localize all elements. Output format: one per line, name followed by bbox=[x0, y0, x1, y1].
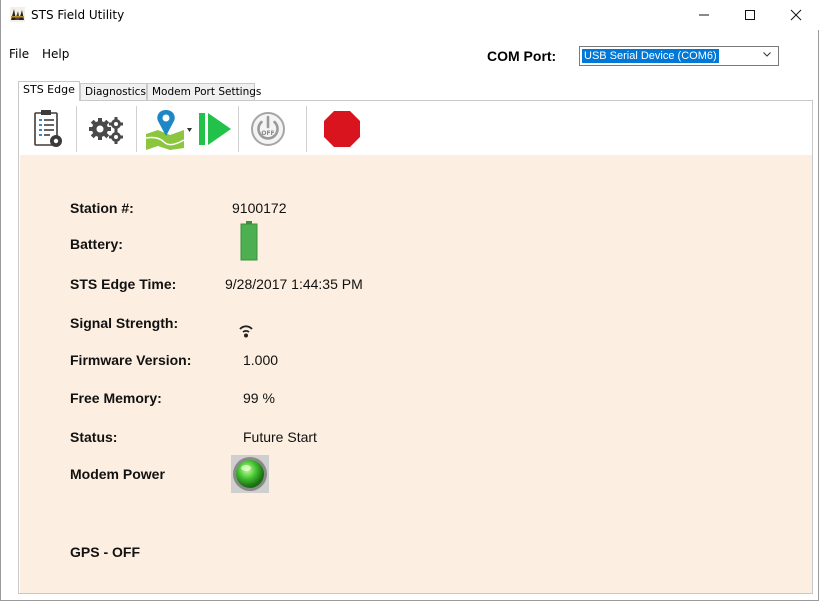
stop-icon bbox=[324, 111, 360, 147]
close-button[interactable] bbox=[773, 0, 819, 30]
com-port-select[interactable]: USB Serial Device (COM6) bbox=[579, 46, 779, 66]
toolbar-separator bbox=[76, 106, 77, 152]
toolbar-separator bbox=[306, 106, 307, 152]
signal-strength-indicator bbox=[238, 322, 254, 341]
com-port-label: COM Port: bbox=[487, 48, 557, 64]
free-memory-label: Free Memory: bbox=[70, 390, 162, 406]
gps-status-label: GPS - OFF bbox=[70, 544, 140, 560]
map-location-icon bbox=[145, 110, 192, 150]
toolbar: OFF bbox=[20, 102, 812, 155]
minimize-icon bbox=[699, 14, 709, 16]
title-bar: STS Field Utility bbox=[1, 0, 820, 30]
app-icon bbox=[10, 7, 25, 22]
maximize-button[interactable] bbox=[727, 0, 773, 30]
status-panel: Station #: 9100172 Battery: STS Edge Tim… bbox=[20, 155, 812, 593]
tab-sts-edge[interactable]: STS Edge bbox=[18, 81, 80, 101]
menu-file[interactable]: File bbox=[9, 47, 29, 61]
modem-power-button[interactable]: OFF bbox=[248, 107, 288, 151]
firmware-version-label: Firmware Version: bbox=[70, 352, 192, 368]
app-window: STS Field Utility File Help COM Port: US… bbox=[0, 0, 820, 601]
sts-edge-time-label: STS Edge Time: bbox=[70, 276, 177, 292]
modem-power-indicator bbox=[231, 455, 269, 493]
toolbar-separator bbox=[238, 106, 239, 152]
status-label: Status: bbox=[70, 429, 118, 445]
settings-button[interactable] bbox=[86, 107, 126, 151]
window-title: STS Field Utility bbox=[31, 8, 125, 22]
tab-panel-sts-edge: OFF Station #: 9100172 Battery: STS Edge… bbox=[18, 100, 813, 594]
toolbar-separator bbox=[136, 106, 137, 152]
gps-location-button[interactable] bbox=[144, 107, 194, 151]
power-off-icon: OFF bbox=[251, 112, 285, 146]
signal-icon bbox=[239, 325, 253, 338]
signal-strength-label: Signal Strength: bbox=[70, 315, 179, 331]
free-memory-value: 99 % bbox=[243, 390, 275, 406]
chevron-down-icon bbox=[762, 49, 772, 62]
stop-button[interactable] bbox=[322, 107, 362, 151]
tab-modem-port-settings[interactable]: Modem Port Settings bbox=[147, 83, 261, 100]
play-icon bbox=[199, 113, 231, 145]
maximize-icon bbox=[745, 10, 755, 20]
battery-label: Battery: bbox=[70, 236, 123, 252]
minimize-button[interactable] bbox=[681, 0, 727, 30]
green-led-icon bbox=[233, 457, 267, 491]
firmware-version-value: 1.000 bbox=[243, 352, 279, 368]
battery-indicator bbox=[240, 221, 258, 264]
battery-icon bbox=[240, 221, 258, 261]
com-port-value: USB Serial Device (COM6) bbox=[582, 49, 719, 63]
configure-button[interactable] bbox=[30, 107, 66, 151]
status-value: Future Start bbox=[243, 429, 317, 445]
station-label: Station #: bbox=[70, 200, 134, 216]
modem-power-label: Modem Power bbox=[70, 466, 165, 482]
station-value: 9100172 bbox=[232, 200, 287, 216]
close-icon bbox=[790, 9, 802, 21]
menu-help[interactable]: Help bbox=[42, 47, 69, 61]
tab-diagnostics[interactable]: Diagnostics bbox=[80, 83, 147, 100]
power-off-text: OFF bbox=[261, 130, 274, 137]
clipboard-settings-icon bbox=[34, 110, 62, 147]
start-button[interactable] bbox=[198, 107, 232, 151]
gears-icon bbox=[89, 117, 123, 144]
sts-edge-time-value: 9/28/2017 1:44:35 PM bbox=[225, 276, 363, 292]
